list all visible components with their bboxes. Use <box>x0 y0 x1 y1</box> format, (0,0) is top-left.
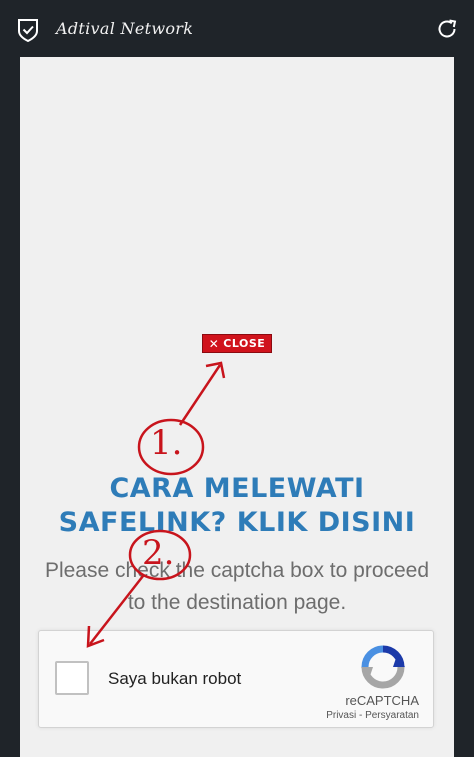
instructions-line-2: to the destination page. <box>127 591 347 614</box>
recaptcha-logo-icon <box>361 645 405 689</box>
close-label: CLOSE <box>223 337 266 350</box>
recaptcha-brand: reCAPTCHA <box>345 693 419 708</box>
heading-line-1: CARA MELEWATI <box>109 473 365 504</box>
x-icon: ✕ <box>208 336 220 351</box>
ad-close-button[interactable]: ✕ CLOSE <box>202 334 272 353</box>
app-title: Adtival Network <box>56 19 194 38</box>
safelink-heading-link[interactable]: CARA MELEWATI SAFELINK? KLIK DISINI <box>20 472 454 540</box>
shield-check-icon[interactable] <box>17 18 39 42</box>
instructions-line-1: Please check the captcha box to proceed <box>44 559 430 582</box>
heading-line-2: SAFELINK? KLIK DISINI <box>58 507 416 538</box>
recaptcha-widget: Saya bukan robot reCAPTCHA Privasi - Per… <box>38 630 434 728</box>
page-content: ✕ CLOSE CARA MELEWATI SAFELINK? KLIK DIS… <box>20 57 454 757</box>
recaptcha-privacy-terms-links[interactable]: Privasi - Persyaratan <box>326 710 419 721</box>
annotation-step-1: 1. <box>150 423 183 463</box>
recaptcha-checkbox[interactable] <box>55 661 89 695</box>
app-bar: Adtival Network <box>0 0 474 57</box>
captcha-instructions: Please check the captcha box to proceed … <box>20 555 454 619</box>
refresh-icon[interactable] <box>436 18 458 40</box>
annotation-step-2: 2. <box>142 533 175 573</box>
recaptcha-label: Saya bukan robot <box>108 669 242 688</box>
